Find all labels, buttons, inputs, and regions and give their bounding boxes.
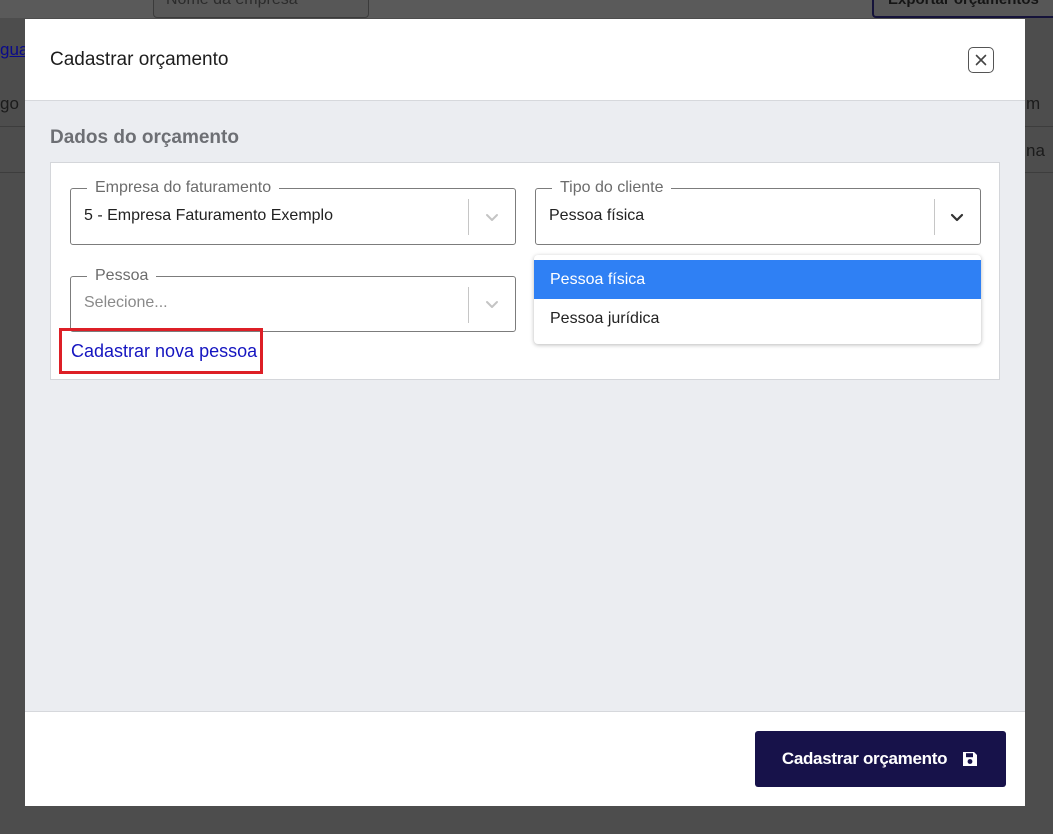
- background-right-text: m: [1026, 94, 1041, 113]
- modal-footer: Cadastrar orçamento: [25, 711, 1025, 806]
- new-person-highlight: Cadastrar nova pessoa: [59, 328, 263, 374]
- close-button[interactable]: [968, 47, 994, 73]
- create-budget-modal: Cadastrar orçamento Dados do orçamento E…: [25, 19, 1025, 806]
- section-title: Dados do orçamento: [50, 127, 239, 148]
- person-placeholder: Selecione...: [84, 294, 168, 311]
- submit-budget-button[interactable]: Cadastrar orçamento: [755, 731, 1006, 787]
- modal-header: Cadastrar orçamento: [25, 19, 1025, 101]
- save-icon: [963, 752, 978, 766]
- modal-title: Cadastrar orçamento: [50, 49, 229, 70]
- person-label: Pessoa: [87, 266, 157, 286]
- new-person-link[interactable]: Cadastrar nova pessoa: [71, 341, 257, 362]
- client-type-select[interactable]: Tipo do cliente Pessoa física: [535, 178, 981, 245]
- background-right-text: na: [1026, 141, 1045, 160]
- close-icon: [975, 54, 987, 66]
- billing-company-label: Empresa do faturamento: [87, 178, 280, 198]
- select-separator: [468, 287, 469, 323]
- submit-button-label: Cadastrar orçamento: [781, 749, 948, 768]
- client-type-dropdown-menu: Pessoa física Pessoa jurídica: [534, 255, 981, 344]
- background-export-button: Exportar orçamentos: [872, 0, 1053, 18]
- select-separator: [934, 199, 935, 235]
- chevron-down-icon[interactable]: [484, 209, 500, 225]
- background-left-text: go: [0, 94, 19, 113]
- client-type-value: Pessoa física: [549, 207, 645, 224]
- person-select[interactable]: Pessoa Selecione...: [70, 266, 516, 332]
- chevron-down-icon[interactable]: [949, 209, 965, 225]
- client-type-option[interactable]: Pessoa física: [534, 260, 981, 299]
- background-company-select: Nome da empresa: [153, 0, 369, 18]
- billing-company-select[interactable]: Empresa do faturamento 5 - Empresa Fatur…: [70, 178, 516, 245]
- select-separator: [468, 199, 469, 235]
- client-type-label: Tipo do cliente: [552, 178, 672, 198]
- billing-company-value: 5 - Empresa Faturamento Exemplo: [84, 207, 333, 224]
- chevron-down-icon[interactable]: [484, 296, 500, 312]
- client-type-option[interactable]: Pessoa jurídica: [534, 299, 981, 338]
